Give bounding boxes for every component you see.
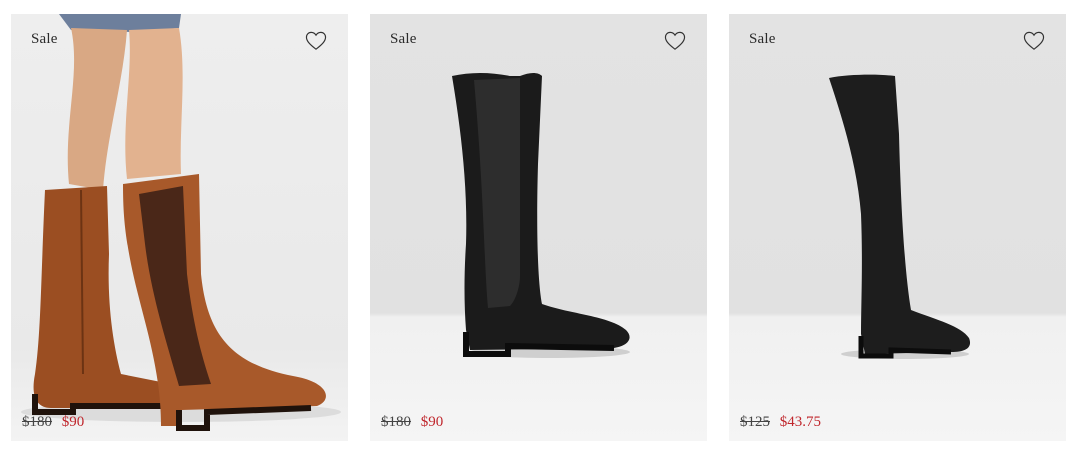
- sale-price: $90: [61, 414, 85, 430]
- product-card[interactable]: Sale $180 $90: [11, 14, 348, 441]
- product-card[interactable]: Sale $125 $43.75: [729, 14, 1066, 441]
- price-row: $125 $43.75: [740, 414, 821, 431]
- product-card[interactable]: Sale $180 $90: [370, 14, 707, 441]
- sale-badge: Sale: [749, 31, 776, 47]
- product-image[interactable]: [729, 14, 1066, 441]
- original-price: $180: [22, 414, 52, 430]
- product-image[interactable]: [370, 14, 707, 441]
- heart-outline-icon[interactable]: [305, 31, 327, 51]
- sale-badge: Sale: [390, 31, 417, 47]
- sale-badge: Sale: [31, 31, 58, 47]
- original-price: $180: [381, 414, 411, 430]
- price-row: $180 $90: [381, 414, 443, 431]
- sale-price: $90: [420, 414, 444, 430]
- original-price: $125: [740, 414, 770, 430]
- product-grid: Sale $180 $90 Sale $180 $90 Sale $125 $4…: [0, 0, 1080, 453]
- product-image[interactable]: [11, 14, 348, 441]
- heart-outline-icon[interactable]: [664, 31, 686, 51]
- price-row: $180 $90: [22, 414, 84, 431]
- sale-price: $43.75: [779, 414, 821, 430]
- heart-outline-icon[interactable]: [1023, 31, 1045, 51]
